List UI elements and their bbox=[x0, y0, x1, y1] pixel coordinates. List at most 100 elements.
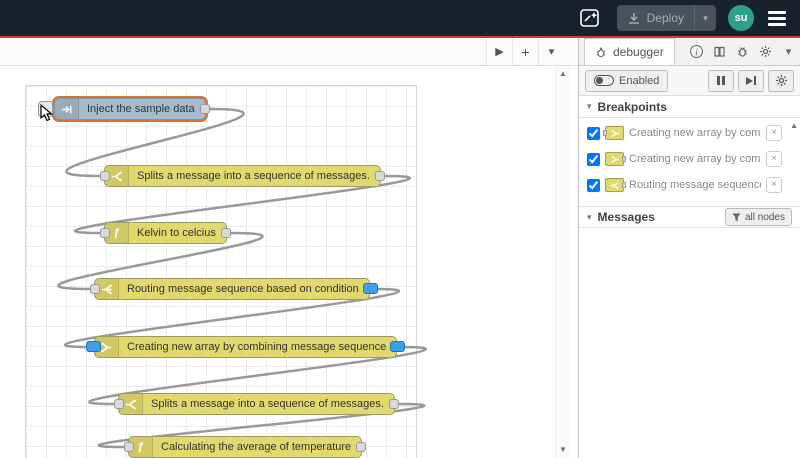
switch-node[interactable]: Routing message sequence based on condit… bbox=[90, 278, 378, 300]
node-label: Calculating the average of temperature bbox=[161, 441, 352, 453]
tab-scroll-right-icon[interactable]: ▶ bbox=[486, 38, 512, 65]
tab-debug[interactable] bbox=[731, 38, 754, 65]
app-header: Deploy ▾ su bbox=[0, 0, 800, 36]
node-label: Routing message sequence based on condit… bbox=[127, 283, 359, 295]
join-node-mini-icon bbox=[605, 152, 626, 166]
breakpoint-row[interactable]: Routing message sequence based on condit… bbox=[579, 172, 786, 198]
split-node[interactable]: Splits a message into a sequence of mess… bbox=[100, 165, 385, 187]
message-filter-button[interactable]: all nodes bbox=[724, 208, 792, 226]
info-icon: i bbox=[690, 45, 703, 58]
add-flow-button[interactable]: + bbox=[512, 38, 538, 65]
breakpoints-section-header[interactable]: ▾ Breakpoints bbox=[579, 96, 800, 118]
breakpoints-title: Breakpoints bbox=[597, 99, 667, 114]
breakpoint-label: Creating new array by combining message … bbox=[629, 153, 761, 165]
flow-editor: ▶ + ▾ Inject the sample data Splits a me… bbox=[0, 38, 578, 458]
sidebar-tabs-caret-icon[interactable]: ▾ bbox=[777, 38, 800, 65]
step-button[interactable] bbox=[738, 69, 764, 92]
messages-section-header[interactable]: ▾ Messages all nodes bbox=[579, 206, 800, 228]
flow-tabbar: ▶ + ▾ bbox=[0, 38, 578, 66]
toggle-on-icon bbox=[594, 75, 614, 86]
book-icon bbox=[714, 46, 725, 57]
remove-breakpoint-button[interactable]: × bbox=[766, 177, 782, 193]
canvas-vertical-scrollbar[interactable]: ▲ ▼ bbox=[555, 66, 570, 458]
filter-funnel-icon bbox=[732, 213, 741, 221]
node-output-port[interactable] bbox=[356, 442, 367, 452]
right-sidebar: debugger i ▾ Enabled ▾ Breakpoints ▲ Cre… bbox=[578, 38, 800, 458]
step-icon bbox=[746, 76, 756, 85]
node-input-port[interactable] bbox=[124, 442, 134, 452]
tab-config[interactable] bbox=[754, 38, 777, 65]
inject-node[interactable]: Inject the sample data bbox=[38, 98, 210, 122]
debugger-settings-button[interactable] bbox=[768, 69, 794, 92]
chevron-down-icon: ▾ bbox=[587, 101, 592, 111]
deploy-label: Deploy bbox=[646, 11, 684, 25]
node-label: Splits a message into a sequence of mess… bbox=[151, 398, 384, 410]
enabled-label: Enabled bbox=[619, 74, 660, 87]
flow-canvas[interactable]: Inject the sample data Splits a message … bbox=[0, 66, 578, 458]
switch-node-mini-icon bbox=[605, 178, 626, 192]
split-node[interactable]: Splits a message into a sequence of mess… bbox=[114, 393, 399, 415]
node-output-port[interactable] bbox=[374, 171, 385, 181]
sidebar-tabbar: debugger i ▾ bbox=[579, 38, 800, 66]
user-avatar[interactable]: su bbox=[728, 5, 754, 31]
breakpoint-label: Routing message sequence based on condit… bbox=[629, 179, 761, 191]
tab-debugger[interactable]: debugger bbox=[584, 38, 675, 65]
filter-label: all nodes bbox=[744, 211, 785, 223]
node-output-port[interactable] bbox=[388, 399, 399, 409]
breakpoint-row[interactable]: Creating new array by combining message … bbox=[579, 120, 786, 146]
deploy-button[interactable]: Deploy ▾ bbox=[616, 5, 716, 31]
breakpoint-checkbox[interactable] bbox=[587, 152, 600, 166]
output-port-nub bbox=[622, 156, 626, 162]
tab-info[interactable]: i bbox=[685, 38, 708, 65]
gear-icon bbox=[760, 46, 771, 57]
inject-icon bbox=[55, 99, 79, 119]
gear-icon bbox=[775, 75, 787, 86]
messages-title: Messages bbox=[597, 210, 655, 224]
node-output-port-breakpoint[interactable] bbox=[390, 341, 406, 352]
tab-help[interactable] bbox=[708, 38, 731, 65]
node-input-port[interactable] bbox=[100, 171, 110, 181]
breakpoint-checkbox[interactable] bbox=[587, 126, 600, 140]
tab-label: debugger bbox=[613, 45, 664, 59]
breakpoints-list: ▲ Creating new array by combining messag… bbox=[579, 118, 800, 206]
ai-sparkle-icon[interactable] bbox=[575, 5, 605, 31]
list-scroll-up-icon[interactable]: ▲ bbox=[790, 121, 798, 131]
node-input-port[interactable] bbox=[100, 228, 110, 238]
breakpoint-label: Creating new array by combining message … bbox=[629, 127, 761, 139]
bug-icon bbox=[738, 47, 747, 57]
remove-breakpoint-button[interactable]: × bbox=[766, 125, 782, 141]
node-label: Creating new array by combining message … bbox=[127, 341, 387, 353]
join-node[interactable]: Creating new array by combining message … bbox=[86, 336, 406, 358]
main-menu-icon[interactable] bbox=[766, 7, 788, 30]
function-node[interactable]: ƒ Kelvin to celcius bbox=[100, 222, 231, 244]
node-input-port-breakpoint[interactable] bbox=[86, 341, 101, 352]
scroll-down-icon[interactable]: ▼ bbox=[559, 445, 567, 455]
output-port-nub bbox=[622, 182, 626, 188]
deploy-dropdown-caret[interactable]: ▾ bbox=[694, 5, 716, 31]
flow-list-caret-icon[interactable]: ▾ bbox=[538, 38, 564, 65]
node-label: Splits a message into a sequence of mess… bbox=[137, 170, 370, 182]
debugger-tab-icon bbox=[596, 47, 606, 58]
node-label: Inject the sample data bbox=[87, 103, 195, 115]
function-node[interactable]: ƒ Calculating the average of temperature bbox=[124, 436, 367, 458]
node-output-port-breakpoint[interactable] bbox=[362, 283, 378, 294]
node-input-port[interactable] bbox=[90, 284, 100, 294]
node-label: Kelvin to celcius bbox=[137, 227, 216, 239]
scroll-up-icon[interactable]: ▲ bbox=[559, 69, 567, 79]
deploy-icon bbox=[628, 12, 639, 24]
debugger-toolbar: Enabled bbox=[579, 66, 800, 96]
inject-trigger-button[interactable] bbox=[38, 101, 53, 117]
messages-panel bbox=[579, 228, 800, 458]
pause-icon bbox=[717, 76, 725, 85]
pause-button[interactable] bbox=[708, 69, 734, 92]
node-output-port[interactable] bbox=[220, 228, 231, 238]
node-output-port[interactable] bbox=[199, 104, 210, 114]
breakpoint-checkbox[interactable] bbox=[587, 178, 600, 192]
input-port-nub bbox=[603, 130, 607, 136]
breakpoint-row[interactable]: Creating new array by combining message … bbox=[579, 146, 786, 172]
join-node-mini-icon bbox=[603, 126, 624, 140]
chevron-down-icon: ▾ bbox=[587, 211, 592, 222]
remove-breakpoint-button[interactable]: × bbox=[766, 151, 782, 167]
enabled-toggle-button[interactable]: Enabled bbox=[585, 69, 669, 92]
node-input-port[interactable] bbox=[114, 399, 124, 409]
